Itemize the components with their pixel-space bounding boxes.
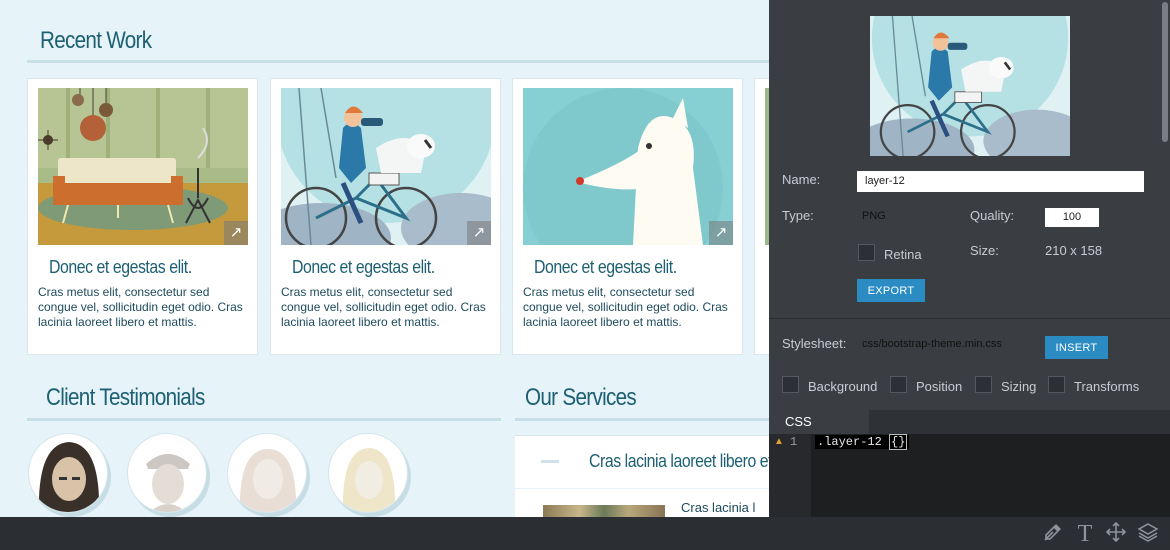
retina-checkbox[interactable] bbox=[858, 244, 875, 261]
panel-scrollbar[interactable] bbox=[1162, 2, 1168, 142]
move-tool-icon[interactable] bbox=[1103, 521, 1129, 547]
code-selector: .layer-12 bbox=[817, 435, 890, 449]
expand-arrow-icon[interactable]: ↗ bbox=[709, 221, 733, 245]
code-tabbar: CSS bbox=[769, 410, 1170, 434]
code-brace: {} bbox=[889, 434, 908, 450]
text-tool-icon[interactable]: T bbox=[1072, 521, 1098, 547]
panel-divider bbox=[769, 318, 1170, 319]
size-label: Size: bbox=[970, 243, 999, 258]
tab-css[interactable]: CSS bbox=[769, 410, 869, 434]
size-value: 210 x 158 bbox=[1045, 243, 1103, 258]
name-label: Name: bbox=[782, 172, 821, 187]
card-title[interactable]: Donec et egestas elit. bbox=[292, 257, 435, 278]
layer-inspector-panel: Name: Type: PNG Quality: Retina Size: 21… bbox=[769, 0, 1170, 517]
card-text: Cras metus elit, consectetur sed congue … bbox=[281, 285, 486, 329]
expand-arrow-icon[interactable]: ↗ bbox=[467, 221, 491, 245]
our-services-heading: Our Services bbox=[525, 384, 637, 411]
layer-preview-image bbox=[870, 16, 1070, 156]
sizing-checkbox[interactable] bbox=[975, 376, 992, 393]
layer-name-field[interactable] bbox=[857, 171, 1144, 192]
editor-gutter: ▲ 1 bbox=[769, 434, 811, 517]
background-option-label: Background bbox=[808, 379, 878, 394]
web-page-preview: Recent Work ↗ Donec et egestas elit. Cra… bbox=[0, 0, 769, 517]
avatar[interactable] bbox=[227, 433, 307, 513]
avatar[interactable] bbox=[28, 433, 108, 513]
type-label: Type: bbox=[782, 208, 814, 223]
recent-work-heading: Recent Work bbox=[40, 27, 152, 54]
insert-button[interactable]: INSERT bbox=[1045, 336, 1108, 359]
recent-work-rule bbox=[27, 60, 769, 63]
transforms-option-label: Transforms bbox=[1074, 379, 1140, 394]
work-card-4[interactable] bbox=[754, 78, 769, 355]
stylesheet-label: Stylesheet: bbox=[782, 336, 847, 351]
cyclist-with-dog-illustration: ↗ bbox=[281, 88, 491, 245]
css-code-editor[interactable]: ▲ 1 .layer-12 {} bbox=[769, 434, 1170, 517]
card-title[interactable]: Donec et egestas elit. bbox=[49, 257, 192, 278]
eyedropper-icon[interactable] bbox=[1040, 521, 1066, 547]
avatar[interactable] bbox=[328, 433, 408, 513]
expand-arrow-icon[interactable]: ↗ bbox=[224, 221, 248, 245]
export-button[interactable]: EXPORT bbox=[857, 279, 925, 302]
card-text: Cras metus elit, consectetur sed congue … bbox=[38, 285, 243, 329]
quality-field[interactable] bbox=[1045, 208, 1099, 227]
transforms-checkbox[interactable] bbox=[1048, 376, 1065, 393]
service-item-text: Cras lacinia l bbox=[681, 500, 756, 515]
quality-label: Quality: bbox=[970, 208, 1015, 223]
code-line[interactable]: .layer-12 {} bbox=[815, 434, 910, 450]
position-option-label: Position bbox=[916, 379, 963, 394]
service-item-title[interactable]: Cras lacinia laoreet libero et ma bbox=[589, 451, 769, 472]
stylesheet-select[interactable]: css/bootstrap-theme.min.css bbox=[862, 338, 1012, 350]
avatar[interactable] bbox=[127, 433, 207, 513]
position-checkbox[interactable] bbox=[890, 376, 907, 393]
retina-label: Retina bbox=[884, 247, 922, 262]
background-checkbox[interactable] bbox=[782, 376, 799, 393]
testimonials-rule bbox=[27, 418, 501, 421]
layers-icon[interactable] bbox=[1135, 521, 1161, 547]
white-dog-illustration: ↗ bbox=[523, 88, 733, 245]
services-rule bbox=[515, 418, 769, 421]
collapse-dash-icon[interactable] bbox=[541, 460, 559, 463]
client-testimonials-heading: Client Testimonials bbox=[46, 384, 205, 411]
bottom-toolbar: T bbox=[0, 517, 1170, 550]
work-card-2[interactable]: ↗ Donec et egestas elit. Cras metus elit… bbox=[270, 78, 501, 355]
work-card-1[interactable]: ↗ Donec et egestas elit. Cras metus elit… bbox=[27, 78, 258, 355]
warning-icon[interactable]: ▲ bbox=[774, 436, 784, 447]
type-value[interactable]: PNG bbox=[862, 210, 886, 222]
retro-living-room-illustration: ↗ bbox=[38, 88, 248, 245]
card-title[interactable]: Donec et egestas elit. bbox=[534, 257, 677, 278]
line-number: 1 bbox=[790, 435, 798, 449]
sizing-option-label: Sizing bbox=[1001, 379, 1037, 394]
work-card-3[interactable]: ↗ Donec et egestas elit. Cras metus elit… bbox=[512, 78, 743, 355]
service-image bbox=[543, 505, 665, 517]
card-text: Cras metus elit, consectetur sed congue … bbox=[523, 285, 728, 329]
